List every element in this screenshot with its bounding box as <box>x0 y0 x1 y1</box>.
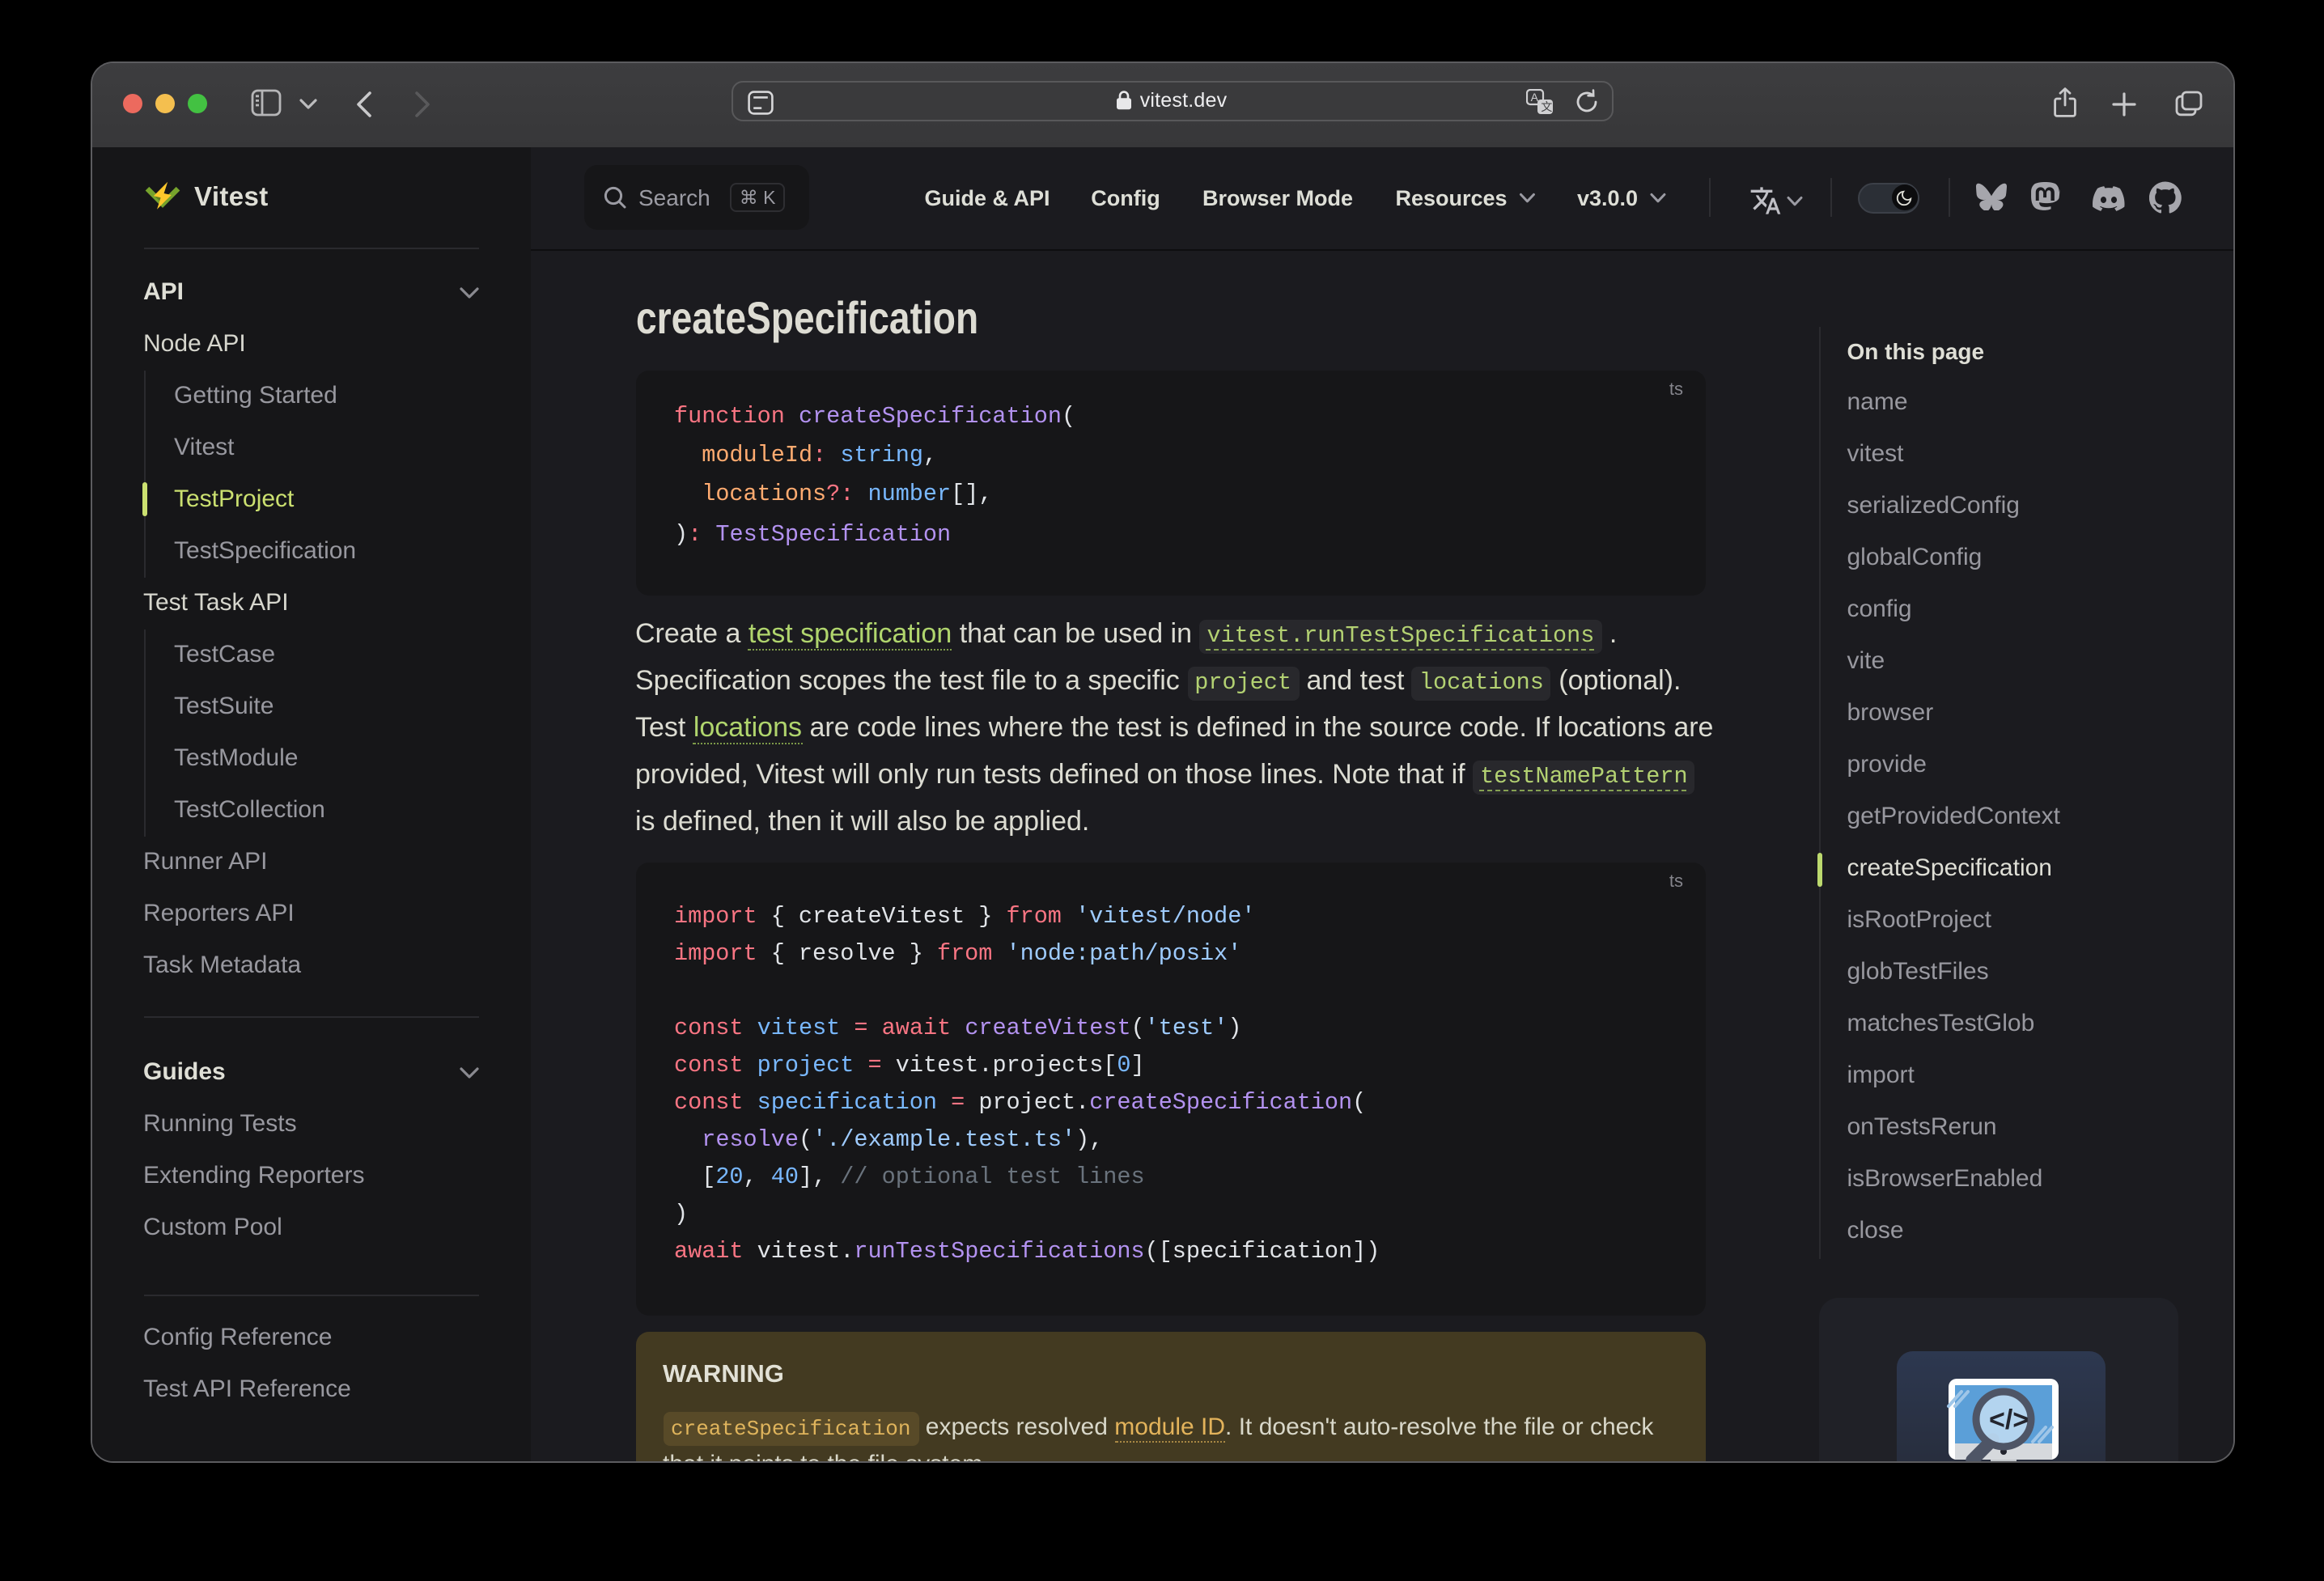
svg-text:</>: </> <box>1988 1405 2028 1435</box>
svg-text:A: A <box>1530 91 1538 104</box>
svg-text:文: 文 <box>1540 100 1551 113</box>
